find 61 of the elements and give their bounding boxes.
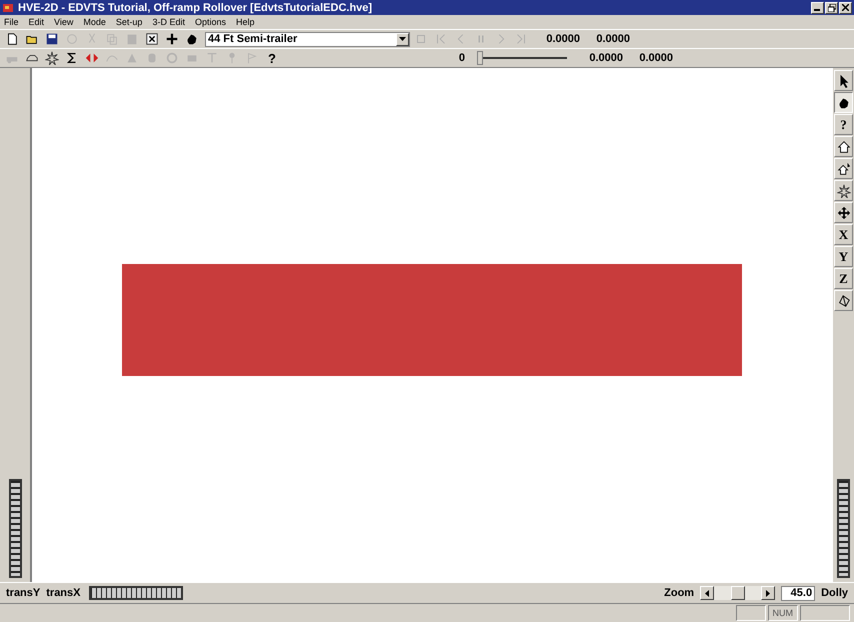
plus-icon bbox=[165, 32, 179, 46]
thumb-wheel[interactable] bbox=[837, 479, 850, 578]
time-label: 0 bbox=[458, 52, 465, 64]
flag-icon bbox=[245, 51, 259, 65]
reading: 0.0000 bbox=[588, 52, 623, 64]
thumb-wheel[interactable] bbox=[8, 479, 22, 578]
restore-button[interactable] bbox=[825, 2, 838, 14]
minimize-button[interactable] bbox=[811, 2, 824, 14]
menu-item[interactable]: Edit bbox=[28, 17, 44, 27]
copy-icon bbox=[105, 32, 119, 46]
time-slider[interactable] bbox=[477, 51, 567, 65]
zoom-scrollbar[interactable] bbox=[700, 586, 776, 600]
zoom-label: Zoom bbox=[664, 587, 694, 599]
circle-icon bbox=[165, 51, 179, 65]
trans-y-label: transY bbox=[6, 587, 40, 599]
menu-item[interactable]: Mode bbox=[83, 17, 106, 27]
dolly-label: Dolly bbox=[821, 587, 848, 599]
tool-button[interactable] bbox=[834, 92, 853, 113]
double-arrow-icon bbox=[85, 51, 99, 65]
window-title: HVE-2D - EDVTS Tutorial, Off-ramp Rollover [EdvtsTutorialEDC.hve] bbox=[18, 2, 374, 14]
toolbar-button[interactable] bbox=[43, 50, 61, 66]
menu-item[interactable]: Set-up bbox=[116, 17, 142, 27]
close-icon bbox=[842, 4, 849, 11]
close-button[interactable] bbox=[839, 2, 852, 14]
house-icon bbox=[836, 140, 850, 154]
left-arrow-icon bbox=[705, 590, 710, 596]
reading: 0.0000 bbox=[545, 33, 580, 45]
tool-button[interactable]: X bbox=[834, 224, 853, 245]
trans-x-label: transX bbox=[46, 587, 80, 599]
menu-item[interactable]: View bbox=[54, 17, 74, 27]
burst-icon bbox=[45, 51, 59, 65]
num-indicator: NUM bbox=[768, 605, 798, 621]
restore-icon bbox=[828, 4, 836, 12]
menu-item[interactable]: Help bbox=[236, 17, 254, 27]
new-file-icon bbox=[5, 32, 19, 46]
app-icon bbox=[2, 2, 14, 14]
caret-icon bbox=[399, 37, 406, 41]
menu-item[interactable]: File bbox=[4, 17, 19, 27]
right-arrow-icon bbox=[766, 590, 770, 596]
reading: 0.0000 bbox=[595, 33, 630, 45]
triangle-icon bbox=[125, 51, 139, 65]
tool-button[interactable]: ? bbox=[834, 114, 853, 135]
tool-button[interactable]: Z bbox=[834, 268, 853, 289]
save-icon bbox=[45, 32, 59, 46]
tool-button[interactable]: Y bbox=[834, 246, 853, 267]
menu-item[interactable]: Options bbox=[194, 17, 226, 27]
help-button[interactable]: ? bbox=[263, 50, 281, 66]
menu-item[interactable]: 3-D Edit bbox=[152, 17, 185, 27]
house-flag-icon bbox=[836, 162, 850, 176]
thumb-wheel[interactable] bbox=[88, 586, 182, 600]
x-box-icon bbox=[145, 32, 159, 46]
reading: 0.0000 bbox=[638, 52, 673, 64]
vehicle-dropdown[interactable]: 44 Ft Semi-trailer bbox=[205, 32, 410, 46]
move-icon bbox=[836, 206, 850, 220]
burst-icon bbox=[836, 184, 850, 198]
cube-icon bbox=[836, 294, 850, 308]
globe-icon bbox=[65, 32, 79, 46]
zoom-input[interactable]: 45.0 bbox=[781, 586, 816, 600]
stop-icon bbox=[414, 32, 428, 46]
tee-icon bbox=[205, 51, 219, 65]
paste-icon bbox=[125, 32, 139, 46]
